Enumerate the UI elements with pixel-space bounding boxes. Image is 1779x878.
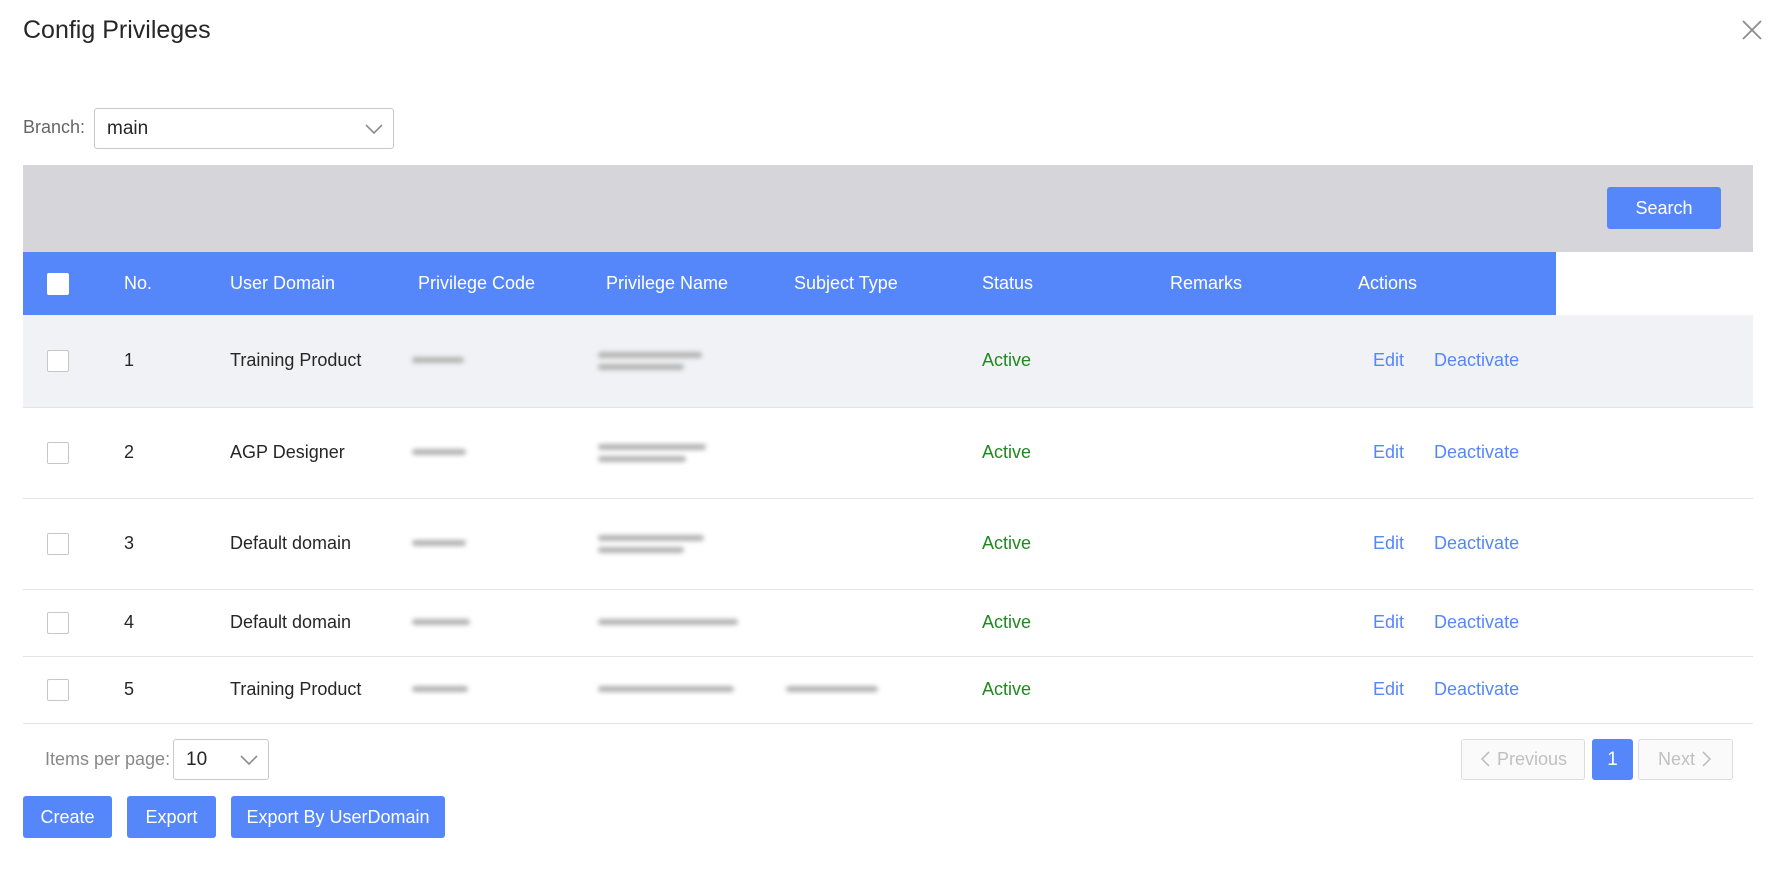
row-privilege-name <box>598 656 794 724</box>
next-button[interactable]: Next <box>1638 739 1733 780</box>
table-header: No. User Domain Privilege Code Privilege… <box>23 252 1753 315</box>
table-row: 1 Training Product Active Edit Deactivate <box>23 315 1753 408</box>
row-actions: Edit Deactivate <box>1358 407 1753 499</box>
branch-label: Branch: <box>23 117 86 137</box>
row-no: 5 <box>124 656 230 724</box>
row-status: Active <box>982 589 1170 657</box>
search-bar <box>23 165 1753 252</box>
row-no: 3 <box>124 498 230 590</box>
edit-link[interactable]: Edit <box>1373 612 1404 632</box>
row-privilege-code <box>412 315 606 408</box>
row-subject-type <box>794 589 982 657</box>
column-header-remarks: Remarks <box>1170 252 1358 315</box>
search-button[interactable]: Search <box>1607 187 1721 229</box>
row-checkbox[interactable] <box>47 532 69 555</box>
row-actions: Edit Deactivate <box>1358 656 1753 724</box>
table-row: 5 Training Product Active Edit Deactivate <box>23 656 1753 724</box>
page-1-button[interactable]: 1 <box>1592 739 1633 780</box>
branch-select[interactable]: main <box>94 108 394 149</box>
row-remarks <box>1170 589 1358 657</box>
privileges-table: No. User Domain Privilege Code Privilege… <box>23 252 1753 724</box>
deactivate-link[interactable]: Deactivate <box>1434 533 1519 553</box>
table-row: 2 AGP Designer Active Edit Deactivate <box>23 407 1753 499</box>
export-button[interactable]: Export <box>127 796 216 838</box>
row-remarks <box>1170 315 1358 408</box>
column-header-no: No. <box>124 252 230 315</box>
row-subject-type <box>794 407 982 499</box>
previous-label: Previous <box>1496 749 1568 769</box>
edit-link[interactable]: Edit <box>1373 442 1404 462</box>
row-privilege-code <box>412 656 606 724</box>
column-header-actions: Actions <box>1358 252 1556 315</box>
select-all-checkbox[interactable] <box>47 272 69 295</box>
table-row: 3 Default domain Active Edit Deactivate <box>23 498 1753 590</box>
row-subject-type <box>786 656 982 724</box>
column-header-status: Status <box>982 252 1170 315</box>
row-no: 2 <box>124 407 230 499</box>
row-actions: Edit Deactivate <box>1358 589 1753 657</box>
edit-link[interactable]: Edit <box>1373 679 1404 699</box>
row-privilege-code <box>412 407 606 499</box>
row-subject-type <box>794 315 982 408</box>
close-icon[interactable] <box>1740 18 1764 42</box>
deactivate-link[interactable]: Deactivate <box>1434 442 1519 462</box>
row-status: Active <box>982 656 1170 724</box>
row-checkbox[interactable] <box>47 611 69 634</box>
branch-value: main <box>107 117 149 139</box>
next-label: Next <box>1657 749 1695 769</box>
edit-link[interactable]: Edit <box>1373 533 1404 553</box>
chevron-left-icon <box>1480 751 1490 767</box>
row-user-domain: Training Product <box>230 656 418 724</box>
dialog-title: Config Privileges <box>23 16 211 44</box>
row-no: 4 <box>124 589 230 657</box>
row-privilege-name <box>598 589 794 657</box>
row-checkbox[interactable] <box>47 678 69 701</box>
row-privilege-name <box>598 407 794 499</box>
row-status: Active <box>982 407 1170 499</box>
row-privilege-name <box>598 315 794 408</box>
row-privilege-code <box>412 589 606 657</box>
row-privilege-name <box>598 498 794 590</box>
row-remarks <box>1170 498 1358 590</box>
row-no: 1 <box>124 315 230 408</box>
deactivate-link[interactable]: Deactivate <box>1434 612 1519 632</box>
row-user-domain: Training Product <box>230 315 418 408</box>
row-actions: Edit Deactivate <box>1358 315 1753 408</box>
row-user-domain: Default domain <box>230 498 418 590</box>
chevron-right-icon <box>1702 751 1712 767</box>
row-checkbox[interactable] <box>47 441 69 464</box>
deactivate-link[interactable]: Deactivate <box>1434 350 1519 370</box>
row-actions: Edit Deactivate <box>1358 498 1753 590</box>
row-remarks <box>1170 407 1358 499</box>
items-per-page-value: 10 <box>186 748 208 770</box>
deactivate-link[interactable]: Deactivate <box>1434 679 1519 699</box>
create-button[interactable]: Create <box>23 796 112 838</box>
row-privilege-code <box>412 498 606 590</box>
row-subject-type <box>794 498 982 590</box>
previous-button[interactable]: Previous <box>1461 739 1585 780</box>
row-user-domain: Default domain <box>230 589 418 657</box>
row-user-domain: AGP Designer <box>230 407 418 499</box>
row-status: Active <box>982 315 1170 408</box>
edit-link[interactable]: Edit <box>1373 350 1404 370</box>
export-by-userdomain-button[interactable]: Export By UserDomain <box>231 796 445 838</box>
column-header-privilege-code: Privilege Code <box>418 252 606 315</box>
column-header-subject-type: Subject Type <box>794 252 982 315</box>
chevron-down-icon <box>240 754 258 765</box>
items-per-page-label: Items per page: <box>45 749 171 769</box>
table-row: 4 Default domain Active Edit Deactivate <box>23 589 1753 657</box>
column-header-privilege-name: Privilege Name <box>606 252 794 315</box>
row-remarks <box>1170 656 1358 724</box>
chevron-down-icon <box>365 123 383 134</box>
items-per-page-select[interactable]: 10 <box>173 739 269 780</box>
row-checkbox[interactable] <box>47 349 69 372</box>
row-status: Active <box>982 498 1170 590</box>
column-header-user-domain: User Domain <box>230 252 418 315</box>
